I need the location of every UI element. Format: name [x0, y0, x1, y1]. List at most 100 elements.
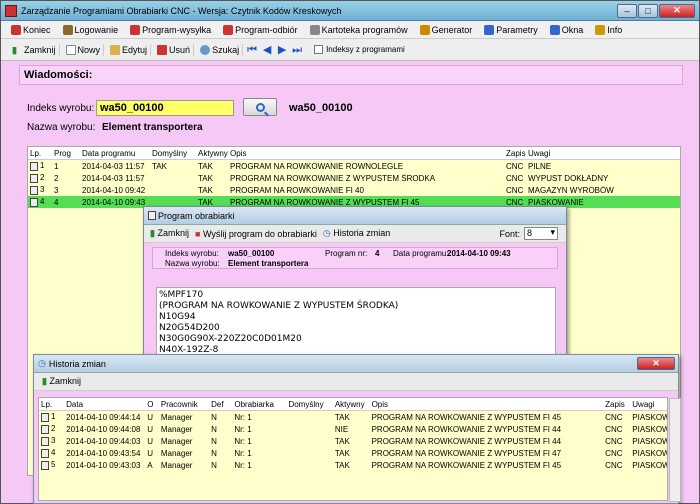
next-record-icon[interactable]: ▶: [276, 44, 288, 56]
close-button[interactable]: ▮ Zamknij: [9, 43, 60, 56]
history-header-cell[interactable]: Def: [209, 400, 232, 409]
menu-item-4[interactable]: Kartoteka programów: [308, 24, 410, 36]
grid-header-cell[interactable]: Uwagi: [526, 149, 646, 158]
history-cell-text: Manager: [160, 448, 193, 458]
history-cell-o: U: [145, 425, 159, 434]
last-record-icon[interactable]: ⏭: [291, 44, 303, 56]
prev-record-icon[interactable]: ◀: [261, 44, 273, 56]
grid-header-cell[interactable]: Data programu: [80, 149, 150, 158]
table-row[interactable]: 5 2014-04-10 09:43:03 A Manager N Nr: 1 TAK PRO…: [39, 459, 667, 471]
history-cell-text: TAK: [334, 436, 350, 446]
history-cell-text: Nr: 1: [234, 424, 252, 434]
new-button[interactable]: Nowy: [63, 43, 105, 56]
first-record-icon[interactable]: ⏮: [246, 44, 258, 56]
history-cell-text: U: [147, 448, 154, 458]
maximize-button[interactable]: □: [638, 3, 658, 18]
generator-icon: [419, 24, 430, 35]
menu-item-5[interactable]: Generator: [418, 24, 475, 36]
exit-icon: [11, 24, 21, 35]
history-cell-machine: Nr: 1: [232, 413, 286, 422]
index-input[interactable]: wa50_00100: [96, 100, 234, 116]
history-button[interactable]: ◷ Historia zmian: [323, 228, 390, 239]
history-cell-text: PROGRAM NA ROWKOWANIE Z WYPUSTEM FI 45: [371, 412, 562, 422]
document-icon: [148, 211, 156, 220]
clock-icon: ◷: [38, 358, 46, 368]
history-header-cell[interactable]: Domyślny: [286, 400, 332, 409]
font-select[interactable]: 8: [524, 227, 558, 240]
grid-cell-desc: PROGRAM NA ROWKOWANIE FI 40: [228, 186, 472, 195]
close-window-button[interactable]: ✕: [659, 3, 695, 18]
history-header-cell[interactable]: Data: [64, 400, 145, 409]
history-cell-lp: 4: [39, 448, 64, 458]
menu-item-1[interactable]: Logowanie: [61, 24, 121, 36]
send-program-button[interactable]: ■ Wyślij program do obrabiarki: [195, 229, 317, 239]
menu-item-7[interactable]: Okna: [548, 24, 586, 36]
delete-icon: [157, 44, 168, 55]
table-row[interactable]: 2 2014-04-10 09:44:08 U Manager N Nr: 1 NIE PRO…: [39, 423, 667, 435]
table-row[interactable]: 1 1 2014-04-03 11:57 TAK TAK PROGRAM NA ROWKO…: [28, 160, 680, 172]
history-cell-active: TAK: [333, 413, 370, 422]
table-row[interactable]: 3 3 2014-04-10 09:42 TAK PROGRAM NA ROWKOWAN…: [28, 184, 680, 196]
history-header-cell[interactable]: Lp.: [39, 400, 64, 409]
history-header-cell[interactable]: O: [145, 400, 159, 409]
grid-cell-lp: 4: [28, 197, 52, 207]
search-button[interactable]: Szukaj: [197, 43, 244, 56]
code-line: %MPF170: [159, 290, 204, 300]
menu-item-label: Kartoteka programów: [321, 24, 408, 35]
history-header-cell[interactable]: Pracownik: [159, 400, 209, 409]
history-cell-text: N: [211, 460, 217, 470]
table-row[interactable]: 3 2014-04-10 09:44:03 U Manager N Nr: 1 TAK PRO…: [39, 435, 667, 447]
history-cell-worker: Manager: [159, 461, 209, 470]
menu-item-6[interactable]: Parametry: [482, 24, 540, 36]
program-window-title-bar[interactable]: Program obrabiarki: [144, 207, 566, 225]
history-cell-text: U: [147, 424, 154, 434]
grid-header-cell[interactable]: Zapis: [504, 149, 526, 158]
menu-item-8[interactable]: Info: [593, 24, 624, 36]
history-header-cell[interactable]: Opis: [370, 400, 604, 409]
history-cell-text: Nr: 1: [234, 412, 252, 422]
delete-button[interactable]: Usuń: [154, 43, 195, 56]
menu-item-2[interactable]: Program-wysyłka: [128, 24, 213, 36]
program-code-editor[interactable]: %MPF170 (PROGRAM NA ROWKOWANIE Z WYPUSTEM…: [156, 287, 556, 357]
table-row[interactable]: 4 2014-04-10 09:43:54 U Manager N Nr: 1 TAK PRO…: [39, 447, 667, 459]
program-close-button[interactable]: ▮ Zamknij: [150, 228, 189, 239]
history-header-cell[interactable]: Obrabiarka: [232, 400, 286, 409]
index-display: wa50_00100: [289, 102, 353, 114]
grid-cell-prog: 1: [52, 162, 80, 171]
grid-cell-text: PROGRAM NA ROWKOWANIE Z WYPUSTEM ŚRODKA: [230, 173, 436, 183]
history-cell-text: PIASKOW: [632, 412, 667, 422]
grid-header-cell[interactable]: Domyślny: [150, 149, 196, 158]
toolbar: ▮ Zamknij Nowy Edytuj Usuń Szukaj ⏮ ◀ ▶ ⏭…: [1, 39, 699, 61]
indexes-checkbox[interactable]: Indeksy z programami: [314, 45, 405, 54]
code-line: N30G0G90X-220Z20C0D01M20: [159, 334, 302, 344]
vertical-scrollbar[interactable]: [669, 398, 681, 502]
grid-header-cell[interactable]: Opis: [228, 149, 472, 158]
edit-button[interactable]: Edytuj: [107, 43, 152, 56]
history-header-cell[interactable]: Zapis: [603, 400, 630, 409]
history-header-cell[interactable]: Aktywny: [333, 400, 370, 409]
history-cell-text: CNC: [605, 436, 623, 446]
menu-item-3[interactable]: Program-odbiór: [221, 24, 300, 36]
history-cell-text: TAK: [334, 460, 350, 470]
minimize-button[interactable]: –: [617, 3, 637, 18]
table-row[interactable]: 2 2 2014-04-03 11:57 TAK PROGRAM NA ROWKOWAN…: [28, 172, 680, 184]
index-search-button[interactable]: [243, 98, 277, 116]
history-close-window-button[interactable]: ✕: [637, 357, 675, 370]
history-cell-text: PROGRAM NA ROWKOWANIE Z WYPUSTEM FI 44: [371, 424, 562, 434]
grid-cell-text: CNC: [506, 161, 524, 171]
menu-item-0[interactable]: Koniec: [9, 24, 53, 36]
table-row[interactable]: 1 2014-04-10 09:44:14 U Manager N Nr: 1 TAK PRO…: [39, 411, 667, 423]
grid-cell-text: 2014-04-03 11:57: [82, 161, 145, 171]
menu-item-label: Info: [607, 24, 623, 35]
menu-bar: Koniec Logowanie Program-wysyłka Program-od…: [1, 21, 699, 39]
grid-header-cell[interactable]: Lp.: [28, 149, 52, 158]
history-cell-text: PIASKOW: [632, 460, 667, 470]
title-bar[interactable]: Zarządzanie Programiami Obrabiarki CNC -…: [1, 1, 699, 21]
history-close-button[interactable]: ▮ Zamknij: [42, 376, 81, 387]
grid-cell-save: CNC: [504, 174, 526, 183]
grid-cell-text: TAK: [198, 161, 213, 171]
history-header-cell[interactable]: Uwagi: [630, 400, 667, 409]
grid-header-cell[interactable]: Prog: [52, 149, 80, 158]
grid-header-cell[interactable]: Aktywny: [196, 149, 228, 158]
history-window-title-bar[interactable]: ◷ Historia zmian ✕: [34, 355, 678, 373]
